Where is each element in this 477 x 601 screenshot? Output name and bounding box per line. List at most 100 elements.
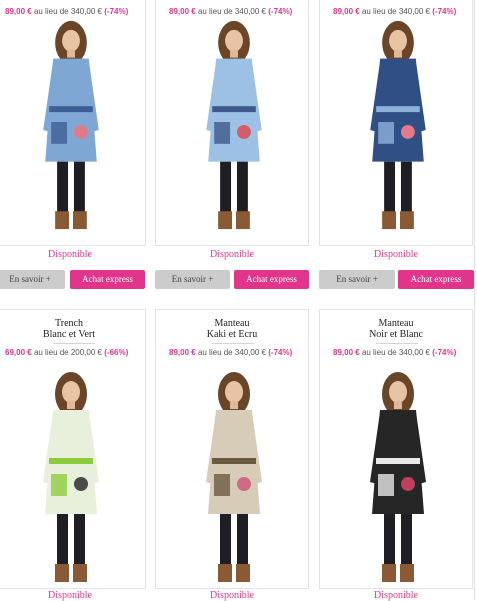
model-illustration [370,372,426,582]
right-boot [72,211,87,230]
face [389,29,407,52]
face [225,381,243,403]
product-photo[interactable] [188,13,280,237]
product-card-3: 89,00 € au lieu de 340,00 € (-74%) [319,0,473,246]
coat-motif [236,125,251,139]
belt [49,458,93,464]
product-color: Noir et Blanc [369,329,423,340]
right-leg [73,161,85,216]
left-leg [384,161,396,216]
product-card-6: Manteau Noir et Blanc 89,00 € au lieu de… [319,309,473,589]
divider [376,343,418,344]
left-leg [220,161,232,216]
model-illustration [43,372,99,582]
right-boot [236,564,250,582]
product-card-2: 89,00 € au lieu de 340,00 € (-74%) [155,0,309,246]
quick-buy-button[interactable]: Achat express [398,270,474,289]
page-edge [474,0,475,600]
more-info-button[interactable]: En savoir + [0,270,65,289]
availability-status: Disponible [210,249,254,260]
face [62,381,80,403]
right-leg [401,514,412,568]
right-leg [400,161,412,216]
availability-status: Disponible [210,590,254,601]
product-card-5: Manteau Kaki et Ecru 89,00 € au lieu de … [155,309,309,589]
coat-panel [378,122,395,144]
more-info-button[interactable]: En savoir + [319,270,395,289]
left-boot [218,211,233,230]
coat-motif [73,125,88,139]
product-title: Manteau Noir et Blanc [320,318,472,340]
product-color: Blanc et Vert [42,329,96,340]
original-price: au lieu de 340,00 € [197,348,266,357]
price-line: 69,00 € au lieu de 200,00 € (-66%) [0,348,145,357]
right-boot [399,211,414,230]
product-photo[interactable] [25,13,117,237]
model-illustration [370,20,426,230]
left-boot [382,211,397,230]
availability-status: Disponible [374,590,418,601]
left-leg [57,514,68,568]
product-type: Manteau [214,318,250,329]
availability-status: Disponible [48,249,92,260]
price: 89,00 € [169,348,196,357]
left-leg [384,514,395,568]
right-boot [400,564,414,582]
availability-status: Disponible [48,590,92,601]
product-photo[interactable] [352,13,444,237]
coat-panel [51,122,68,144]
neck [394,401,402,409]
price-line: 89,00 € au lieu de 340,00 € (-74%) [320,348,472,357]
quick-buy-button[interactable]: Achat express [70,270,145,289]
face [389,381,407,403]
divider [53,343,95,344]
discount: (-74%) [432,348,457,357]
left-boot [55,564,69,582]
product-title: Manteau Kaki et Ecru [156,318,308,340]
discount: (-66%) [104,348,129,357]
model-illustration [206,372,262,582]
belt [49,106,93,113]
left-boot [55,211,70,230]
right-boot [235,211,250,230]
neck [230,401,238,409]
coat-motif [237,477,251,491]
right-leg [74,514,85,568]
more-info-button[interactable]: En savoir + [155,270,230,289]
coat-panel [214,474,230,496]
coat-panel [214,122,231,144]
neck [67,401,75,409]
product-color: Kaki et Ecru [206,329,258,340]
right-leg [237,514,248,568]
coat-motif [74,477,88,491]
product-type: Manteau [378,318,414,329]
right-leg [236,161,248,216]
left-leg [57,161,69,216]
face [225,29,243,52]
left-boot [382,564,396,582]
model-illustration [43,20,99,230]
price: 89,00 € [333,348,360,357]
right-boot [73,564,87,582]
left-leg [220,514,231,568]
belt [376,106,420,113]
quick-buy-button[interactable]: Achat express [234,270,309,289]
price: 69,00 € [5,348,32,357]
product-card-4: Trench Blanc et Vert 69,00 € au lieu de … [0,309,146,589]
belt [212,106,256,113]
product-title: Trench Blanc et Vert [0,318,145,340]
discount: (-74%) [268,348,293,357]
neck [394,49,402,58]
product-photo[interactable] [25,364,117,590]
divider [212,343,254,344]
coat-motif [401,477,415,491]
coat-panel [51,474,67,496]
product-photo[interactable] [352,364,444,590]
product-type: Trench [55,318,83,329]
neck [230,49,238,58]
coat-panel [378,474,394,496]
product-photo[interactable] [188,364,280,590]
availability-status: Disponible [374,249,418,260]
face [62,29,80,52]
original-price: au lieu de 340,00 € [361,348,430,357]
